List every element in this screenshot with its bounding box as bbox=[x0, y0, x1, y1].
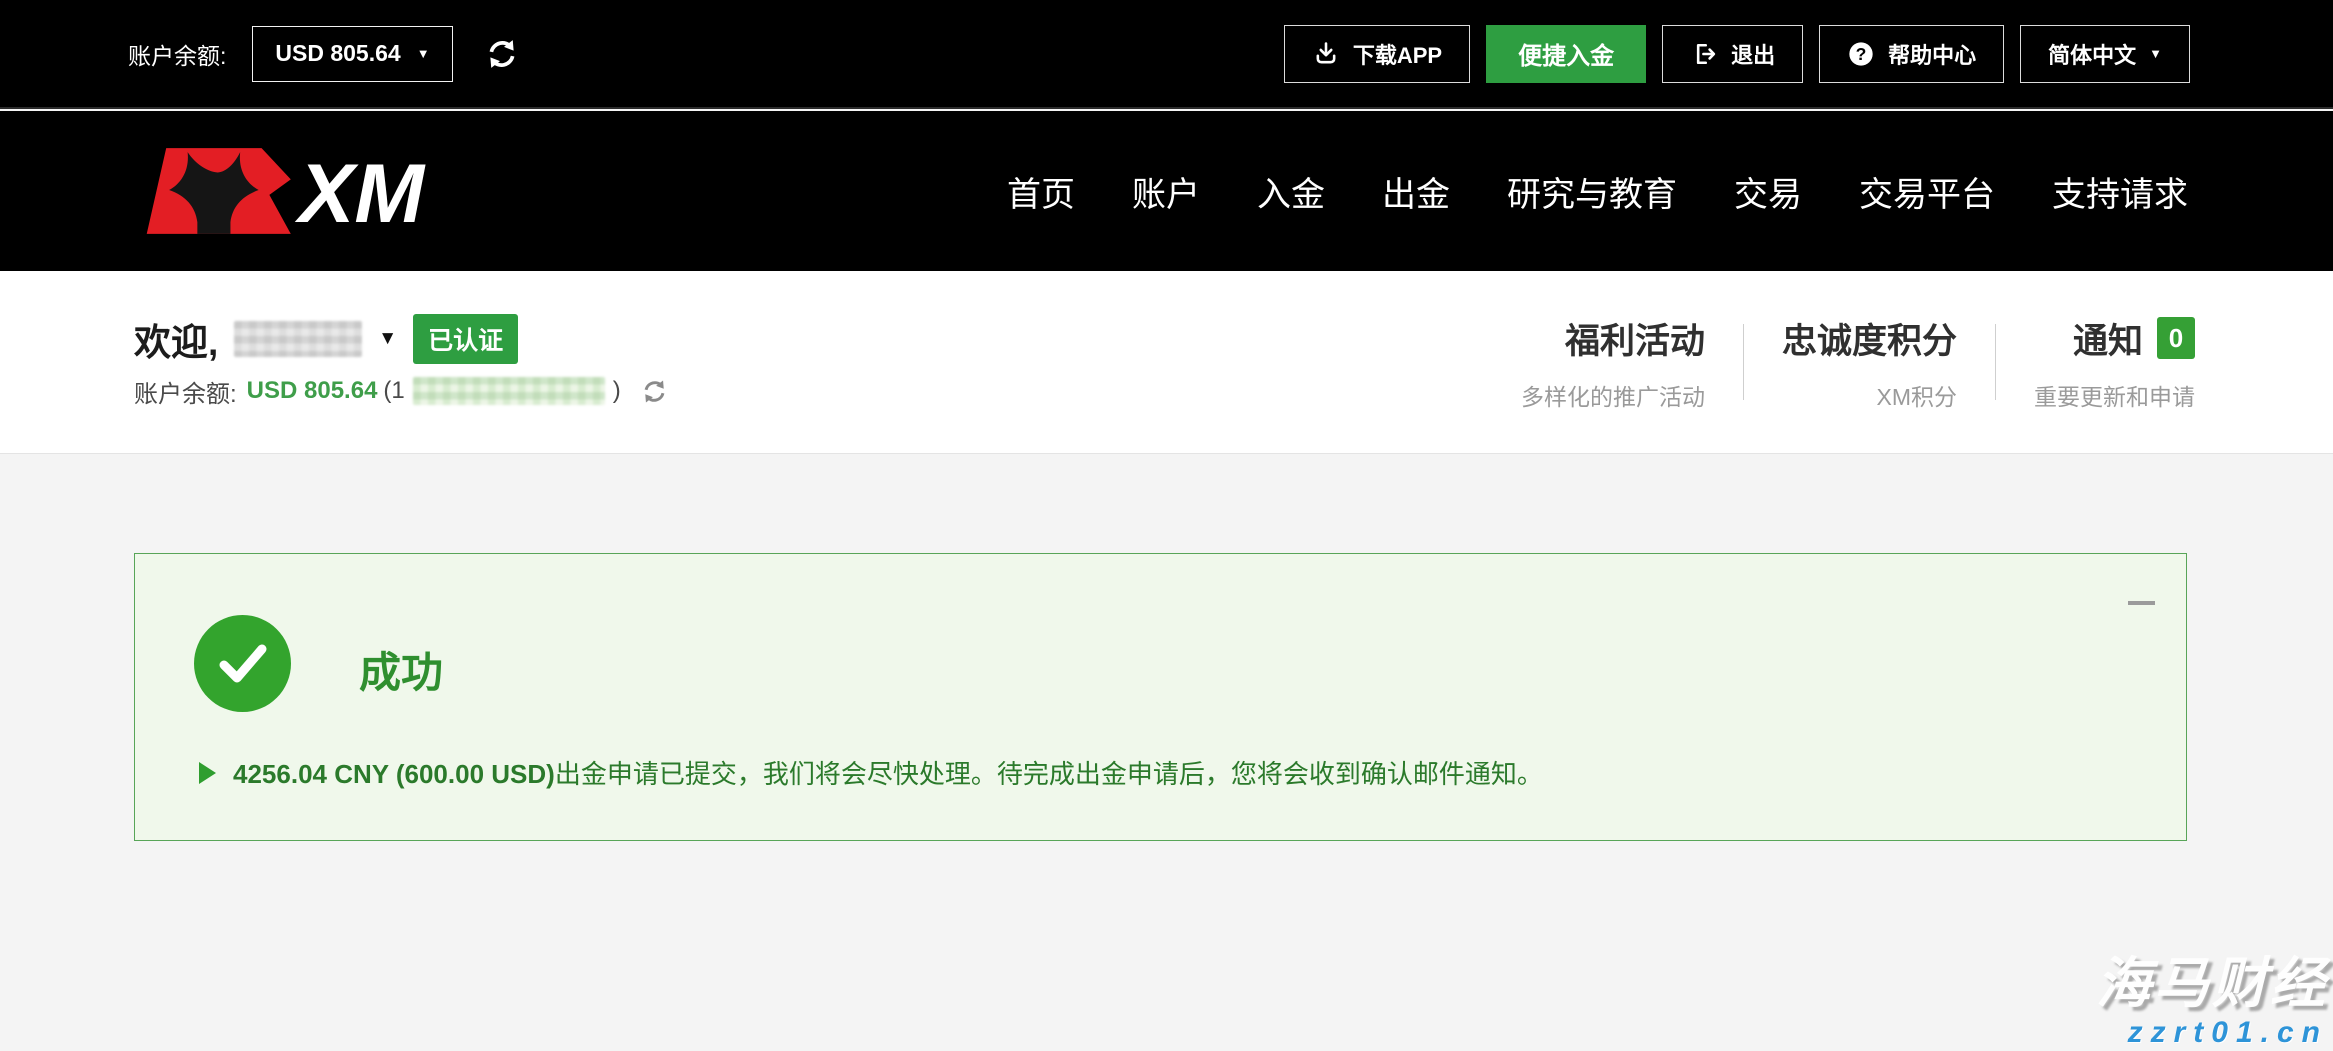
loyalty-points-link[interactable]: 忠诚度积分 XM积分 bbox=[1744, 313, 1995, 412]
nav-item-support[interactable]: 支持请求 bbox=[2052, 167, 2188, 216]
watermark-url: zzrt01.cn bbox=[2096, 1016, 2328, 1049]
alert-message-row: 4256.04 CNY (600.00 USD)出金申请已提交，我们将会尽快处理… bbox=[199, 754, 1543, 791]
balance-label: 账户余额: bbox=[128, 37, 226, 71]
help-icon: ? bbox=[1847, 40, 1875, 68]
nav-item-research-education[interactable]: 研究与教育 bbox=[1507, 167, 1677, 216]
logout-icon bbox=[1690, 40, 1718, 68]
language-dropdown[interactable]: 简体中文 ▼ bbox=[2020, 25, 2190, 83]
bullet-triangle-icon bbox=[199, 762, 216, 784]
nav-item-withdrawal[interactable]: 出金 bbox=[1382, 167, 1450, 216]
notifications-subtitle: 重要更新和申请 bbox=[2034, 378, 2195, 412]
refresh-icon[interactable] bbox=[485, 37, 519, 71]
download-app-button[interactable]: 下载APP bbox=[1284, 25, 1470, 83]
nav-item-trading[interactable]: 交易 bbox=[1734, 167, 1802, 216]
logout-label: 退出 bbox=[1731, 38, 1775, 70]
account-mask-prefix: (1 bbox=[383, 377, 404, 405]
loyalty-subtitle: XM积分 bbox=[1782, 378, 1957, 412]
account-number-blurred bbox=[413, 377, 605, 405]
nav-item-account[interactable]: 账户 bbox=[1132, 167, 1200, 216]
withdrawal-amount: 4256.04 CNY (600.00 USD) bbox=[233, 759, 555, 789]
xm-logo[interactable]: XM bbox=[137, 146, 429, 236]
language-label: 简体中文 bbox=[2048, 38, 2136, 70]
promotions-link[interactable]: 福利活动 多样化的推广活动 bbox=[1483, 313, 1743, 412]
welcome-left: 欢迎, ▼ 已认证 账户余额: USD 805.64 (1 ) bbox=[134, 316, 668, 409]
chevron-down-icon: ▼ bbox=[2149, 47, 2162, 60]
watermark-brand: 海马财经 bbox=[2096, 953, 2328, 1014]
watermark: 海马财经 zzrt01.cn bbox=[2096, 953, 2328, 1050]
balance-value: USD 805.64 bbox=[275, 40, 400, 67]
svg-text:XM: XM bbox=[295, 146, 427, 236]
balance-value: USD 805.64 bbox=[247, 377, 378, 405]
top-bar: 账户余额: USD 805.64 ▼ 下载APP 便捷入金 bbox=[0, 0, 2333, 109]
notifications-title: 通知 bbox=[2073, 313, 2143, 364]
verified-badge: 已认证 bbox=[413, 314, 518, 364]
promotions-subtitle: 多样化的推广活动 bbox=[1521, 378, 1705, 412]
nav-links: 首页 账户 入金 出金 研究与教育 交易 交易平台 支持请求 bbox=[1007, 167, 2188, 216]
balance-label: 账户余额: bbox=[134, 374, 237, 409]
download-app-label: 下载APP bbox=[1353, 38, 1442, 70]
welcome-strip: 欢迎, ▼ 已认证 账户余额: USD 805.64 (1 ) bbox=[0, 271, 2333, 454]
alert-title: 成功 bbox=[359, 639, 443, 700]
account-mask-suffix: ) bbox=[613, 377, 621, 405]
quick-deposit-label: 便捷入金 bbox=[1518, 36, 1614, 71]
nav-item-deposit[interactable]: 入金 bbox=[1257, 167, 1325, 216]
alert-message: 4256.04 CNY (600.00 USD)出金申请已提交，我们将会尽快处理… bbox=[233, 754, 1543, 791]
promotions-title: 福利活动 bbox=[1521, 313, 1705, 364]
help-center-label: 帮助中心 bbox=[1888, 38, 1976, 70]
alert-message-text: 出金申请已提交，我们将会尽快处理。待完成出金申请后，您将会收到确认邮件通知。 bbox=[555, 759, 1543, 789]
quick-deposit-button[interactable]: 便捷入金 bbox=[1486, 25, 1646, 83]
account-balance-dropdown[interactable]: USD 805.64 ▼ bbox=[252, 26, 452, 82]
loyalty-title: 忠诚度积分 bbox=[1782, 313, 1957, 364]
username-blurred bbox=[234, 321, 362, 357]
notifications-count-badge: 0 bbox=[2157, 317, 2195, 359]
logout-button[interactable]: 退出 bbox=[1662, 25, 1803, 83]
success-check-icon bbox=[194, 615, 291, 712]
welcome-quick-links: 福利活动 多样化的推广活动 忠诚度积分 XM积分 通知 0 重要更新和申请 bbox=[1483, 313, 2195, 412]
nav-item-platforms[interactable]: 交易平台 bbox=[1859, 167, 1995, 216]
success-alert-box: 成功 4256.04 CNY (600.00 USD)出金申请已提交，我们将会尽… bbox=[134, 553, 2187, 841]
nav-item-home[interactable]: 首页 bbox=[1007, 167, 1075, 216]
main-navbar: XM 首页 账户 入金 出金 研究与教育 交易 交易平台 支持请求 bbox=[0, 111, 2333, 271]
collapse-dash[interactable] bbox=[2128, 601, 2155, 605]
chevron-down-icon: ▼ bbox=[417, 47, 430, 60]
download-icon bbox=[1312, 40, 1340, 68]
notifications-link[interactable]: 通知 0 重要更新和申请 bbox=[1996, 313, 2195, 412]
help-center-button[interactable]: ? 帮助中心 bbox=[1819, 25, 2004, 83]
chevron-down-icon[interactable]: ▼ bbox=[378, 328, 397, 350]
svg-text:?: ? bbox=[1856, 44, 1867, 64]
refresh-icon[interactable] bbox=[641, 378, 668, 405]
welcome-greeting: 欢迎, bbox=[134, 312, 218, 366]
